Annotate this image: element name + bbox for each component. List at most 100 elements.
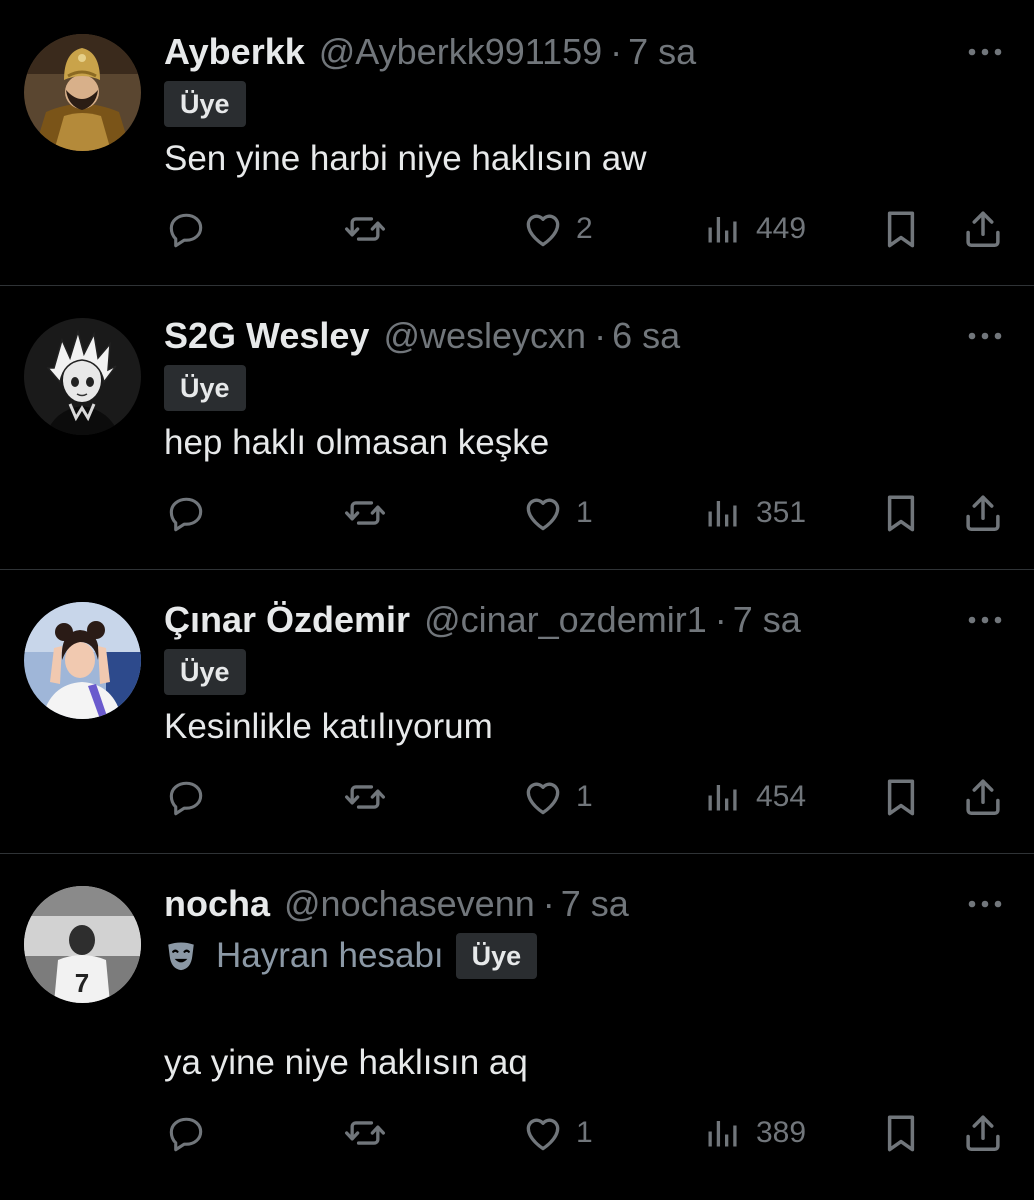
display-name[interactable]: S2G Wesley <box>164 314 369 358</box>
bookmark-button[interactable] <box>880 488 922 538</box>
reply-icon <box>164 491 208 535</box>
bookmark-icon <box>880 776 922 818</box>
more-icon[interactable] <box>966 610 1004 630</box>
view-count: 351 <box>756 496 807 529</box>
reply-text: Sen yine harbi niye haklısın aw <box>164 139 647 178</box>
bookmark-icon <box>880 208 922 250</box>
user-handle[interactable]: @cinar_ozdemir1 <box>424 598 707 642</box>
user-handle[interactable]: @Ayberkk991159 <box>319 30 602 74</box>
bookmark-icon <box>880 492 922 534</box>
repost-icon <box>342 775 388 819</box>
bookmark-button[interactable] <box>880 204 922 254</box>
view-count: 389 <box>756 1116 807 1149</box>
reply-text: Kesinlikle katılıyorum <box>164 707 493 746</box>
member-badge[interactable]: Üye <box>164 649 246 695</box>
views-icon <box>704 495 740 531</box>
reply-button[interactable] <box>164 488 208 538</box>
avatar[interactable]: 7 <box>24 886 141 1003</box>
bookmark-button[interactable] <box>880 772 922 822</box>
reply-item[interactable]: 7 nocha @nochasevenn · 7 sa Hayran hesab… <box>0 854 1034 1200</box>
timestamp[interactable]: 7 sa <box>628 30 696 74</box>
like-button[interactable]: 2 <box>520 204 593 254</box>
avatar[interactable] <box>24 318 141 435</box>
display-name[interactable]: nocha <box>164 882 270 926</box>
avatar[interactable] <box>24 602 141 719</box>
reply-icon <box>164 207 208 251</box>
reply-text: hep haklı olmasan keşke <box>164 423 550 462</box>
share-button[interactable] <box>962 488 1004 538</box>
heart-icon <box>520 1111 566 1155</box>
repost-button[interactable] <box>342 488 388 538</box>
views-icon <box>704 779 740 815</box>
views-button[interactable]: 449 <box>704 204 806 254</box>
user-handle[interactable]: @nochasevenn <box>284 882 535 926</box>
member-badge[interactable]: Üye <box>164 81 246 127</box>
timestamp[interactable]: 7 sa <box>733 598 801 642</box>
share-icon <box>962 1112 1004 1154</box>
reply-item[interactable]: Çınar Özdemir @cinar_ozdemir1 · 7 sa Üye… <box>0 570 1034 854</box>
author-line: S2G Wesley @wesleycxn · 6 sa <box>164 314 680 358</box>
replies-feed: Ayberkk @Ayberkk991159 · 7 sa Üye Sen yi… <box>0 0 1034 1200</box>
heart-icon <box>520 207 566 251</box>
heart-icon <box>520 775 566 819</box>
more-icon[interactable] <box>966 42 1004 62</box>
member-badge[interactable]: Üye <box>455 933 538 979</box>
more-icon[interactable] <box>966 894 1004 914</box>
repost-button[interactable] <box>342 1108 388 1158</box>
timestamp[interactable]: 6 sa <box>612 314 680 358</box>
reply-item[interactable]: S2G Wesley @wesleycxn · 6 sa Üye hep hak… <box>0 286 1034 570</box>
action-bar: 1 389 <box>0 1108 1034 1158</box>
share-icon <box>962 208 1004 250</box>
separator-dot: · <box>714 599 727 640</box>
view-count: 449 <box>756 212 807 245</box>
author-line: nocha @nochasevenn · 7 sa <box>164 882 629 926</box>
action-bar: 1 454 <box>0 772 1034 822</box>
action-bar: 2 449 <box>0 204 1034 254</box>
like-button[interactable]: 1 <box>520 488 593 538</box>
display-name[interactable]: Ayberkk <box>164 30 305 74</box>
like-count: 1 <box>576 780 593 813</box>
repost-button[interactable] <box>342 772 388 822</box>
author-line: Ayberkk @Ayberkk991159 · 7 sa <box>164 30 696 74</box>
repost-icon <box>342 1111 388 1155</box>
reply-item[interactable]: Ayberkk @Ayberkk991159 · 7 sa Üye Sen yi… <box>0 0 1034 286</box>
reply-button[interactable] <box>164 1108 208 1158</box>
theater-mask-icon <box>168 942 194 971</box>
author-line: Çınar Özdemir @cinar_ozdemir1 · 7 sa <box>164 598 801 642</box>
separator-dot: · <box>610 31 623 72</box>
reply-button[interactable] <box>164 772 208 822</box>
repost-icon <box>342 491 388 535</box>
heart-icon <box>520 491 566 535</box>
timestamp[interactable]: 7 sa <box>561 882 629 926</box>
fan-account-row: Hayran hesabı Üye <box>164 933 538 979</box>
avatar[interactable] <box>24 34 141 151</box>
share-button[interactable] <box>962 1108 1004 1158</box>
separator-dot: · <box>594 315 607 356</box>
share-button[interactable] <box>962 772 1004 822</box>
bookmark-icon <box>880 1112 922 1154</box>
reply-icon <box>164 1111 208 1155</box>
like-button[interactable]: 1 <box>520 772 593 822</box>
views-icon <box>704 1115 740 1151</box>
views-button[interactable]: 454 <box>704 772 806 822</box>
reply-button[interactable] <box>164 204 208 254</box>
more-icon[interactable] <box>966 326 1004 346</box>
display-name[interactable]: Çınar Özdemir <box>164 598 410 642</box>
share-icon <box>962 492 1004 534</box>
view-count: 454 <box>756 780 807 813</box>
like-count: 2 <box>576 212 593 245</box>
views-button[interactable]: 389 <box>704 1108 806 1158</box>
share-icon <box>962 776 1004 818</box>
like-count: 1 <box>576 496 593 529</box>
avatar-jersey-number: 7 <box>75 968 89 998</box>
views-button[interactable]: 351 <box>704 488 806 538</box>
repost-button[interactable] <box>342 204 388 254</box>
fan-account-label[interactable]: Hayran hesabı <box>216 933 444 979</box>
member-badge[interactable]: Üye <box>164 365 246 411</box>
reply-icon <box>164 775 208 819</box>
views-icon <box>704 211 740 247</box>
like-button[interactable]: 1 <box>520 1108 593 1158</box>
user-handle[interactable]: @wesleycxn <box>383 314 586 358</box>
bookmark-button[interactable] <box>880 1108 922 1158</box>
share-button[interactable] <box>962 204 1004 254</box>
